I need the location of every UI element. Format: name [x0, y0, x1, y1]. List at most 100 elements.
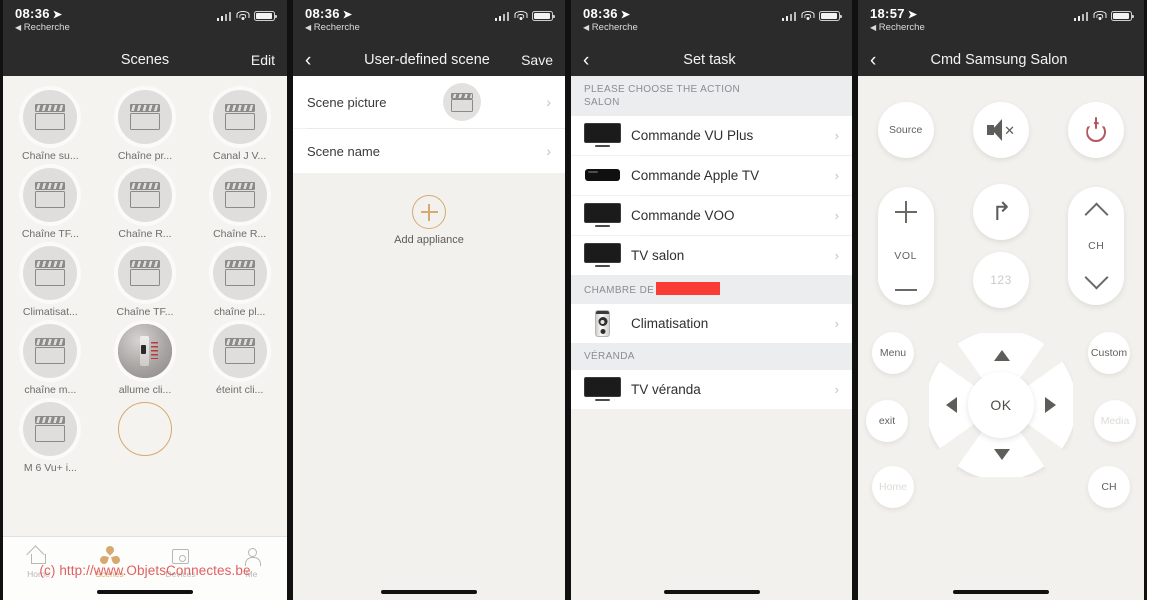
four-phone-screenshots: 08:36 ➤ ◀ Recherche Scenes Edit Chaîne su…: [0, 0, 1150, 600]
volume-stepper[interactable]: VOL: [877, 187, 934, 305]
save-button[interactable]: Save: [521, 52, 553, 68]
scene-name-row[interactable]: Scene name ›: [293, 129, 565, 173]
device-label: Commande Apple TV: [631, 168, 760, 183]
ok-button[interactable]: OK: [968, 372, 1034, 438]
scene-picture-label: Scene picture: [307, 94, 387, 110]
back-button[interactable]: ‹: [583, 51, 589, 70]
scene-item[interactable]: Chaîne R...: [192, 168, 287, 240]
device-row[interactable]: TV véranda ›: [571, 370, 852, 409]
clapperboard-icon: [35, 416, 66, 442]
mute-button[interactable]: ✕: [972, 102, 1029, 158]
power-button[interactable]: [1068, 102, 1125, 158]
device-row[interactable]: Commande VU Plus ›: [571, 116, 852, 155]
status-indicators: [1073, 11, 1135, 21]
clapperboard-icon: [129, 182, 160, 208]
scene-label: allume cli...: [118, 384, 172, 396]
device-row[interactable]: TV salon ›: [571, 236, 852, 275]
menu-button[interactable]: Menu: [872, 332, 914, 374]
scene-item[interactable]: Chaîne TF...: [98, 246, 193, 318]
scene-item[interactable]: Climatisat...: [3, 246, 98, 318]
page-title: Set task: [683, 52, 736, 68]
chevron-right-icon: ›: [546, 94, 551, 110]
device-label: TV véranda: [631, 382, 701, 397]
edit-button[interactable]: Edit: [251, 52, 275, 68]
home-indicator: [97, 589, 193, 594]
remote-middle-row: VOL ↰ 123 CH: [858, 184, 1144, 308]
scene-thumbnail: [23, 402, 78, 456]
volume-down-icon[interactable]: [894, 289, 917, 291]
power-icon: [1084, 117, 1108, 143]
home-indicator: [663, 589, 760, 594]
location-arrow-icon: ➤: [342, 9, 353, 21]
page-title: Scenes: [120, 52, 170, 68]
channel-stepper[interactable]: CH: [1068, 187, 1125, 305]
scene-picture-thumbnail[interactable]: [443, 83, 482, 121]
status-back-link[interactable]: ◀ Recherche: [15, 22, 275, 33]
chevron-right-icon: ›: [834, 128, 839, 143]
back-arrow-icon: ↰: [990, 197, 1012, 226]
status-bar: 18:57 ➤ ◀ Recherche: [858, 0, 1144, 44]
chevron-right-icon: ›: [834, 382, 839, 397]
home-button[interactable]: Home: [872, 466, 914, 508]
source-button[interactable]: Source: [877, 102, 934, 158]
scene-item[interactable]: Canal J V...: [192, 90, 287, 162]
scene-item[interactable]: Chaîne su...: [3, 90, 98, 162]
scene-item[interactable]: Chaîne R...: [98, 168, 193, 240]
status-back-link[interactable]: ◀ Recherche: [583, 22, 840, 33]
battery-icon: [532, 11, 556, 21]
scene-item[interactable]: éteint cli...: [192, 324, 287, 396]
back-button[interactable]: ‹: [870, 51, 876, 70]
section-title-salon: SALON: [584, 97, 620, 108]
volume-up-icon[interactable]: [894, 201, 917, 223]
back-button[interactable]: ‹: [305, 51, 311, 70]
plus-circle-icon: [412, 195, 446, 229]
scene-item[interactable]: Chaîne TF...: [3, 168, 98, 240]
home-indicator: [381, 589, 477, 594]
back-carat-icon: ◀: [870, 23, 877, 32]
device-label: Climatisation: [631, 316, 709, 331]
ch-button[interactable]: CH: [1088, 466, 1130, 508]
clapperboard-icon: [129, 260, 160, 286]
clapperboard-icon: [35, 182, 66, 208]
scene-label: Chaîne R...: [213, 228, 267, 240]
media-button[interactable]: Media: [1094, 400, 1136, 442]
scene-name-label: Scene name: [307, 143, 380, 159]
screen-set-task: 08:36 ➤ ◀ Recherche ‹ Set task PLEASE CHO…: [568, 0, 855, 600]
back-button-remote[interactable]: ↰: [972, 184, 1029, 240]
scene-item[interactable]: chaîne pl...: [192, 246, 287, 318]
wifi-icon: [801, 11, 814, 21]
custom-label: Custom: [1090, 347, 1128, 359]
scene-label: Climatisat...: [22, 306, 78, 318]
clapperboard-icon: [224, 260, 255, 286]
scene-item[interactable]: Chaîne pr...: [98, 90, 193, 162]
add-appliance-button[interactable]: Add appliance: [293, 173, 565, 246]
device-row[interactable]: Climatisation ›: [571, 304, 852, 343]
section-title: VÉRANDA: [584, 351, 635, 362]
menu-label: Menu: [879, 347, 907, 359]
screen-remote-control: 18:57 ➤ ◀ Recherche ‹ Cmd Samsung Salon S…: [855, 0, 1147, 600]
scene-item[interactable]: M 6 Vu+ i...: [3, 402, 98, 474]
channel-down-icon[interactable]: [1084, 265, 1109, 290]
location-arrow-icon: ➤: [907, 9, 918, 21]
status-indicators: [781, 11, 843, 21]
scene-picture-row[interactable]: Scene picture ›: [293, 76, 565, 128]
scene-label: chaîne pl...: [213, 306, 266, 318]
channel-up-icon[interactable]: [1084, 202, 1109, 227]
exit-button[interactable]: exit: [866, 400, 908, 442]
device-row[interactable]: Commande VOO ›: [571, 196, 852, 235]
custom-button[interactable]: Custom: [1088, 332, 1130, 374]
scene-thumbnail: [212, 168, 267, 222]
scene-item[interactable]: chaîne m...: [3, 324, 98, 396]
scene-item[interactable]: allume cli...: [98, 324, 193, 396]
ch-button-label: CH: [1101, 481, 1117, 493]
device-row[interactable]: Commande Apple TV ›: [571, 156, 852, 195]
scene-label: Chaîne pr...: [117, 150, 173, 162]
cellular-signal-icon: [1073, 12, 1088, 21]
arrow-right-icon: [1045, 397, 1056, 413]
status-back-link[interactable]: ◀ Recherche: [870, 22, 1132, 33]
device-label: Commande VOO: [631, 208, 735, 223]
tv-icon: [584, 243, 621, 268]
status-back-link[interactable]: ◀ Recherche: [305, 22, 553, 33]
add-scene-button[interactable]: [98, 402, 193, 474]
numpad-button[interactable]: 123: [972, 252, 1029, 308]
